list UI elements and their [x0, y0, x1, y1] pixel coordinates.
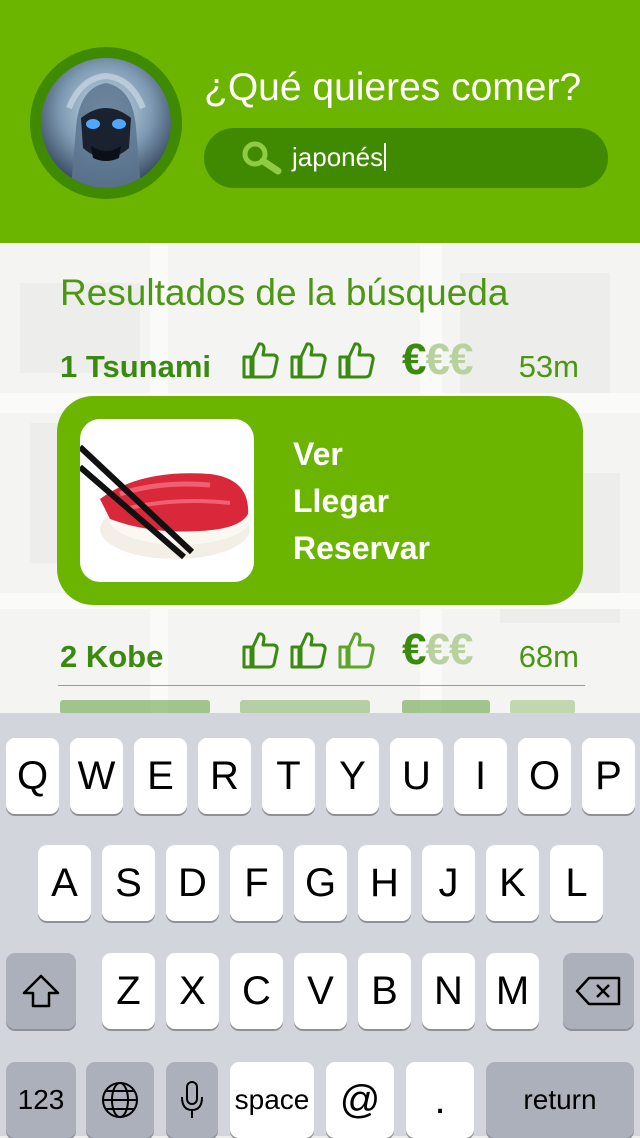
- divider: [58, 685, 585, 686]
- backspace-icon: [575, 976, 620, 1006]
- key-g[interactable]: G: [294, 845, 347, 921]
- price-symbol: €: [402, 625, 427, 674]
- thumbs-up-icon: [240, 630, 280, 670]
- globe-key[interactable]: [86, 1062, 154, 1138]
- result-distance: 68m: [518, 639, 579, 674]
- key-l[interactable]: L: [550, 845, 603, 921]
- search-input[interactable]: japonés: [204, 128, 608, 188]
- price-symbol: €: [425, 335, 450, 384]
- microphone-key[interactable]: [166, 1062, 218, 1138]
- result-row-1[interactable]: 1 Tsunami €€€ 53m: [60, 335, 585, 390]
- key-v[interactable]: V: [294, 953, 347, 1029]
- key-j[interactable]: J: [422, 845, 475, 921]
- at-key[interactable]: @: [326, 1062, 394, 1138]
- thumbs-up-icon: [336, 340, 376, 380]
- microphone-icon: [181, 1081, 203, 1118]
- key-y[interactable]: Y: [326, 738, 379, 814]
- key-x[interactable]: X: [166, 953, 219, 1029]
- shift-key[interactable]: [6, 953, 76, 1029]
- result-name: 1 Tsunami: [60, 349, 212, 384]
- price-symbol: €: [448, 335, 474, 384]
- sushi-photo: [80, 419, 254, 582]
- key-m[interactable]: M: [486, 953, 539, 1029]
- price-symbol: €: [402, 335, 427, 384]
- globe-icon: [102, 1082, 138, 1118]
- key-e[interactable]: E: [134, 738, 187, 814]
- key-u[interactable]: U: [390, 738, 443, 814]
- key-k[interactable]: K: [486, 845, 539, 921]
- key-n[interactable]: N: [422, 953, 475, 1029]
- thumbs-up-icon: [288, 630, 328, 670]
- price-symbol: €: [448, 625, 474, 674]
- reservar-button[interactable]: Reservar: [293, 530, 430, 567]
- space-key[interactable]: space: [230, 1062, 314, 1138]
- key-w[interactable]: W: [70, 738, 123, 814]
- key-q[interactable]: Q: [6, 738, 59, 814]
- price-level: €€€: [402, 625, 474, 675]
- results-heading: Resultados de la búsqueda: [60, 272, 509, 313]
- dot-key[interactable]: .: [406, 1062, 474, 1138]
- key-a[interactable]: A: [38, 845, 91, 921]
- avatar-ring[interactable]: [30, 47, 182, 199]
- key-c[interactable]: C: [230, 953, 283, 1029]
- return-key[interactable]: return: [486, 1062, 634, 1138]
- price-level: €€€: [402, 335, 474, 385]
- search-icon: [242, 141, 282, 175]
- result-row-2[interactable]: 2 Kobe €€€ 68m: [60, 625, 585, 680]
- search-value[interactable]: japonés: [292, 142, 387, 173]
- key-r[interactable]: R: [198, 738, 251, 814]
- result-distance: 53m: [518, 349, 579, 384]
- keyboard: 123 space @ . return QWERTYUIOP ASDFGHJKL…: [0, 713, 640, 1138]
- key-i[interactable]: I: [454, 738, 507, 814]
- result-detail-card: Ver Llegar Reservar: [57, 396, 583, 605]
- thumbs-up-icon: [240, 340, 280, 380]
- user-avatar-icon: [66, 72, 146, 188]
- text-caret: [384, 143, 387, 171]
- key-b[interactable]: B: [358, 953, 411, 1029]
- thumbs-up-icon: [336, 630, 376, 670]
- result-row-partial: [0, 700, 640, 713]
- numbers-key[interactable]: 123: [6, 1062, 76, 1138]
- price-symbol: €: [425, 625, 450, 674]
- shift-icon: [22, 974, 60, 1008]
- key-f[interactable]: F: [230, 845, 283, 921]
- key-t[interactable]: T: [262, 738, 315, 814]
- llegar-button[interactable]: Llegar: [293, 483, 389, 520]
- thumbs-up-icon: [288, 340, 328, 380]
- header: ¿Qué quieres comer? japonés: [0, 0, 640, 243]
- key-s[interactable]: S: [102, 845, 155, 921]
- key-p[interactable]: P: [582, 738, 635, 814]
- result-name: 2 Kobe: [60, 639, 164, 674]
- key-z[interactable]: Z: [102, 953, 155, 1029]
- backspace-key[interactable]: [563, 953, 634, 1029]
- key-o[interactable]: O: [518, 738, 571, 814]
- key-d[interactable]: D: [166, 845, 219, 921]
- avatar[interactable]: [41, 58, 171, 188]
- page-title: ¿Qué quieres comer?: [204, 66, 582, 109]
- key-h[interactable]: H: [358, 845, 411, 921]
- ver-button[interactable]: Ver: [293, 436, 343, 473]
